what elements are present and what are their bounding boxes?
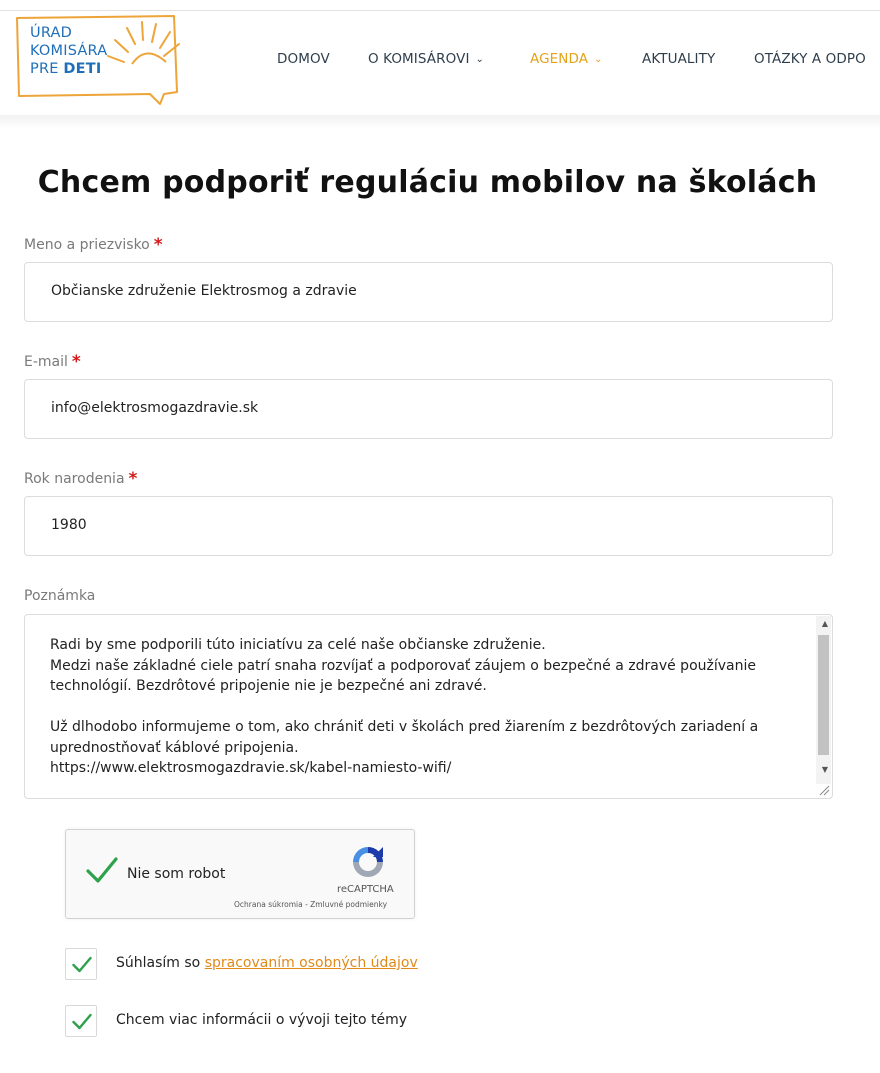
consent-checkbox[interactable] <box>65 948 97 980</box>
required-marker: * <box>153 235 163 255</box>
consent-label: Súhlasím so spracovaním osobných údajov <box>116 955 418 971</box>
note-textarea[interactable]: Radi by sme podporili túto iniciatívu za… <box>24 614 833 799</box>
chevron-down-icon: ⌄ <box>594 54 603 65</box>
nav-item-domov[interactable]: DOMOV <box>277 51 330 67</box>
recaptcha-brand: reCAPTCHA <box>337 884 394 895</box>
required-marker: * <box>128 469 138 489</box>
logo-line-3: PRE DETI <box>30 61 102 77</box>
email-field[interactable]: info@elektrosmogazdravie.sk <box>24 379 833 439</box>
textarea-scrollbar-thumb[interactable] <box>818 635 829 755</box>
chevron-down-icon: ⌄ <box>475 54 485 65</box>
birth-year-field-value: 1980 <box>51 517 87 533</box>
recaptcha-links[interactable]: Ochrana súkromia - Zmluvné podmienky <box>234 900 387 909</box>
checkmark-icon <box>72 1013 92 1030</box>
logo-line-2: KOMISÁRA <box>30 43 108 59</box>
nav-item-o-komisarovi[interactable]: O KOMISÁROVI ⌄ <box>368 51 484 67</box>
more-info-checkbox[interactable] <box>65 1005 97 1037</box>
page-title: Chcem podporiť reguláciu mobilov na škol… <box>37 165 818 200</box>
birth-year-field[interactable]: 1980 <box>24 496 833 556</box>
nav-item-aktuality[interactable]: AKTUALITY <box>642 51 715 67</box>
name-label: Meno a priezvisko * <box>24 235 163 255</box>
name-field[interactable]: Občianske združenie Elektrosmog a zdravi… <box>24 262 833 322</box>
header-shadow <box>0 115 880 129</box>
birth-year-label: Rok narodenia * <box>24 469 138 489</box>
nav-item-agenda[interactable]: AGENDA ⌄ <box>530 51 603 67</box>
resize-grip-icon[interactable] <box>818 784 830 796</box>
required-marker: * <box>71 352 81 372</box>
recaptcha-logo-icon <box>353 847 383 877</box>
email-field-value: info@elektrosmogazdravie.sk <box>51 400 259 416</box>
scroll-down-arrow-icon[interactable]: ▼ <box>822 765 828 774</box>
nav-item-otazky[interactable]: OTÁZKY A ODPO <box>754 51 866 67</box>
note-label: Poznámka <box>24 588 96 604</box>
privacy-policy-link[interactable]: spracovaním osobných údajov <box>205 955 418 971</box>
scroll-up-arrow-icon[interactable]: ▲ <box>822 619 828 628</box>
recaptcha-label: Nie som robot <box>127 866 226 882</box>
site-header: ÚRAD KOMISÁRA PRE DETI DOMOV O KOMISÁROV… <box>0 11 880 115</box>
email-label: E-mail * <box>24 352 81 372</box>
recaptcha-widget: Nie som robot reCAPTCHA Ochrana súkromia… <box>65 829 415 919</box>
checkmark-icon <box>72 956 92 973</box>
more-info-label: Chcem viac informácii o vývoji tejto tém… <box>116 1012 408 1028</box>
logo-line-1: ÚRAD <box>30 25 72 41</box>
site-logo[interactable]: ÚRAD KOMISÁRA PRE DETI <box>14 14 180 106</box>
name-field-value: Občianske združenie Elektrosmog a zdravi… <box>51 283 357 299</box>
note-textarea-value: Radi by sme podporili túto iniciatívu za… <box>50 637 759 776</box>
checkmark-icon[interactable] <box>86 856 118 884</box>
